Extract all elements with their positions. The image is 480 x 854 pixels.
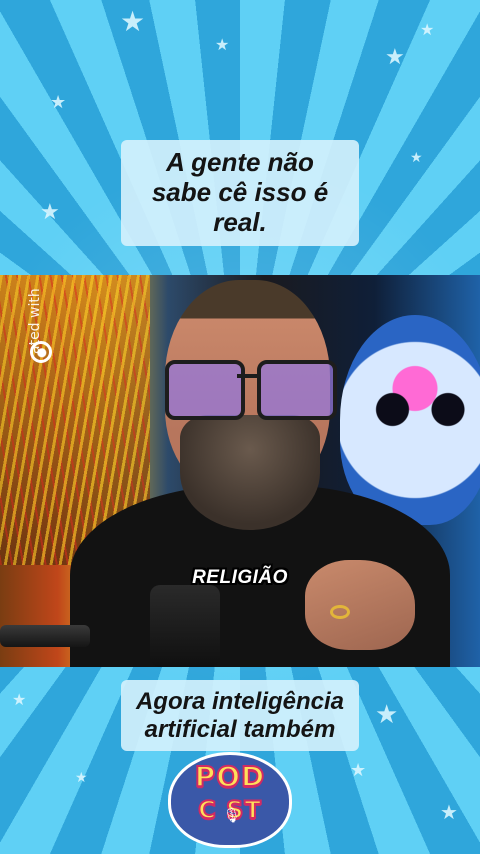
podcast-logo: POD C ST 🎙 [168,752,298,848]
microphone-icon: 🎙 [223,808,241,824]
star-icon: ★ [215,35,230,54]
microphone [150,585,220,667]
watermark-logo-icon [30,341,52,363]
caption-bottom: Agora inteligência artificial também [121,680,359,752]
star-icon: ★ [420,20,435,39]
right-lens [257,360,337,420]
video-subtitle: RELIGIÃO [192,567,288,588]
star-icon: ★ [12,690,27,709]
sunglasses [165,360,340,420]
ring [330,605,350,619]
star-icon: ★ [75,770,88,786]
logo-line-1: POD [194,759,266,794]
star-icon: ★ [410,150,423,166]
left-lens [165,360,245,420]
caption-top: A gente não sabe cê isso é real. [121,140,359,246]
star-icon: ★ [40,200,60,225]
video-frame[interactable]: ated with RELIGIÃO [0,275,480,667]
star-icon: ★ [385,45,405,70]
star-icon: ★ [440,800,458,824]
microphone-stand [0,625,90,647]
star-icon: ★ [375,700,399,730]
star-icon: ★ [350,760,367,781]
speaker-beard [180,415,320,530]
star-icon: ★ [50,92,67,113]
star-icon: ★ [120,5,146,38]
